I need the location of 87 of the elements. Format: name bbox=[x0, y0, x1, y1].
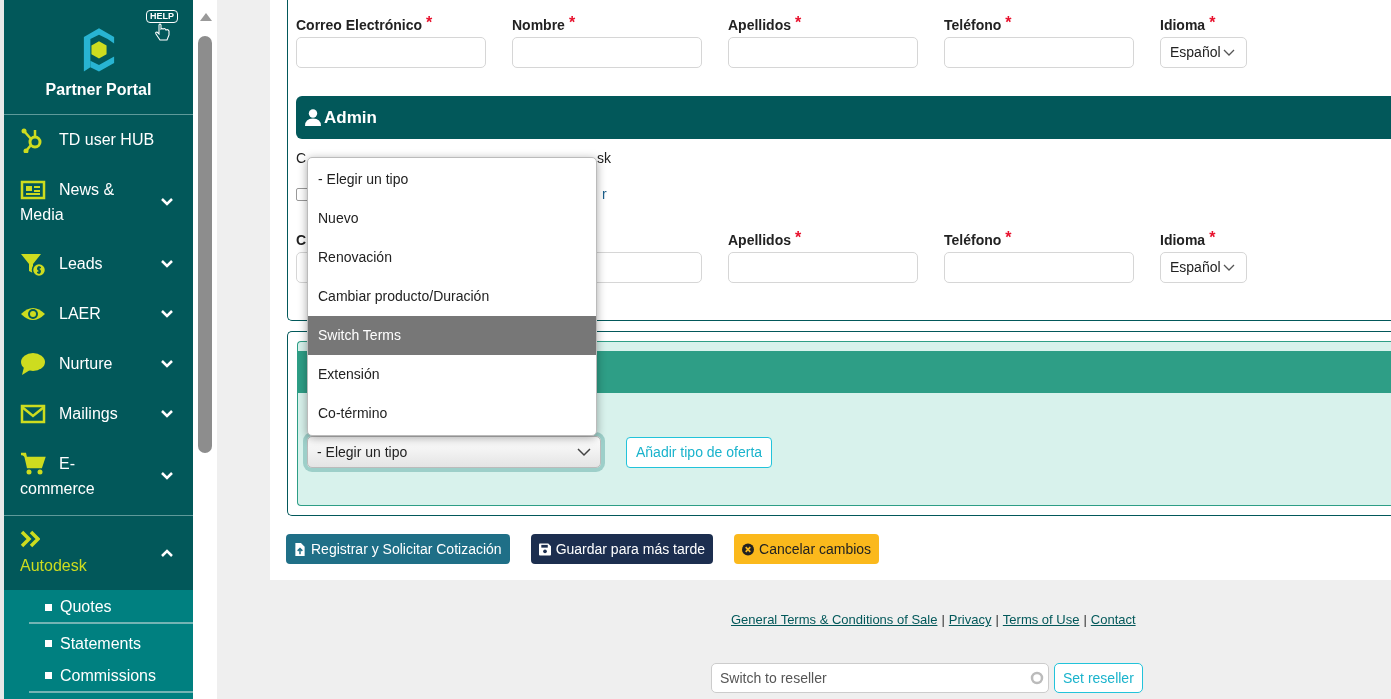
required-asterisk: * bbox=[1209, 17, 1216, 29]
field-label: Apellidos bbox=[728, 232, 791, 248]
sidebar-item-label: TD user HUB bbox=[59, 130, 155, 150]
close-circle-icon bbox=[742, 542, 755, 556]
scrollbar-thumb[interactable] bbox=[198, 36, 212, 453]
description-text: sk bbox=[597, 150, 611, 166]
link-separator: | bbox=[1083, 611, 1087, 629]
chevron-down-icon bbox=[1222, 48, 1235, 57]
dropdown-option[interactable]: Extensión bbox=[308, 355, 596, 394]
sidebar-item[interactable]: TD user HUB bbox=[4, 115, 193, 165]
required-asterisk: * bbox=[1209, 232, 1216, 244]
sidebar-item[interactable]: News & Media bbox=[4, 165, 193, 239]
reseller-search-field[interactable]: Switch to reseller bbox=[711, 663, 1049, 693]
checkbox-label[interactable]: r bbox=[602, 183, 607, 205]
required-asterisk: * bbox=[795, 232, 802, 244]
text-input[interactable] bbox=[512, 37, 702, 68]
footer-link[interactable]: Contact bbox=[1090, 610, 1136, 630]
required-asterisk: * bbox=[1005, 232, 1012, 244]
sidebar-item-label: Mailings bbox=[59, 404, 118, 424]
help-label: HELP bbox=[146, 10, 178, 23]
save-button[interactable]: Guardar para más tarde bbox=[530, 534, 714, 564]
text-input[interactable] bbox=[728, 252, 918, 283]
footer-link[interactable]: Privacy bbox=[948, 610, 992, 630]
dropdown-option[interactable]: Nuevo bbox=[308, 199, 596, 238]
field-label: Apellidos bbox=[728, 17, 791, 33]
field-label: Correo Electrónico bbox=[296, 17, 423, 33]
sidebar-item-label: Autodesk bbox=[20, 556, 87, 576]
required-asterisk: * bbox=[568, 17, 576, 29]
field-label: Teléfono bbox=[944, 17, 1002, 33]
sidebar-item[interactable]: Mailings bbox=[4, 389, 193, 439]
field-label: Idioma bbox=[1160, 232, 1206, 248]
field-label: Nombre bbox=[512, 17, 565, 33]
footer-link[interactable]: General Terms & Conditions of Sale bbox=[731, 610, 938, 630]
brand-name: Partner Portal bbox=[45, 80, 152, 100]
language-select[interactable]: Español bbox=[1160, 37, 1247, 68]
field-label: C bbox=[296, 232, 307, 248]
register-button[interactable]: Registrar y Solicitar Cotización bbox=[286, 534, 510, 564]
required-asterisk: * bbox=[426, 17, 433, 29]
field-label: Idioma bbox=[1160, 17, 1206, 33]
description-text: C bbox=[296, 150, 308, 166]
submenu-item[interactable]: Commissions bbox=[60, 663, 156, 688]
scroll-up-arrow-icon[interactable] bbox=[199, 12, 213, 22]
file-upload-icon bbox=[294, 542, 306, 556]
user-icon bbox=[305, 109, 321, 126]
speech-bubble-icon bbox=[20, 351, 46, 377]
dropdown-option[interactable]: - Elegir un tipo bbox=[308, 160, 596, 199]
help-badge[interactable]: HELP bbox=[146, 10, 178, 41]
bullet-icon bbox=[45, 640, 52, 647]
text-input[interactable] bbox=[944, 252, 1134, 283]
required-asterisk: * bbox=[1005, 17, 1012, 29]
submenu-item[interactable]: Statements bbox=[60, 631, 141, 656]
sidebar-item[interactable]: E- commerce bbox=[4, 439, 193, 513]
funnel-coin-icon bbox=[20, 251, 46, 277]
text-input[interactable] bbox=[728, 37, 918, 68]
sidebar-item[interactable]: Leads bbox=[4, 239, 193, 289]
field-label: Teléfono bbox=[944, 232, 1002, 248]
text-input[interactable] bbox=[944, 37, 1134, 68]
language-select[interactable]: Español bbox=[1160, 252, 1247, 283]
text-input[interactable] bbox=[296, 37, 486, 68]
sidebar-item[interactable]: Nurture bbox=[4, 339, 193, 389]
dropdown-option[interactable]: Switch Terms bbox=[308, 316, 596, 355]
sidebar-item-label: commerce bbox=[20, 479, 95, 499]
double-chevron-icon bbox=[20, 528, 40, 550]
bullet-icon bbox=[45, 603, 52, 611]
sidebar-item[interactable]: LAER bbox=[4, 289, 193, 339]
cart-icon bbox=[20, 451, 46, 477]
sidebar-item-label: Media bbox=[20, 205, 64, 225]
sidebar-item-label: LAER bbox=[59, 304, 101, 324]
section-title: Admin bbox=[324, 106, 377, 129]
sidebar-item-label: E- bbox=[59, 454, 75, 474]
required-asterisk: * bbox=[795, 17, 802, 29]
pointing-hand-icon bbox=[154, 23, 170, 41]
dropdown-option[interactable]: Co-término bbox=[308, 394, 596, 433]
chevron-down-icon bbox=[577, 447, 591, 457]
link-separator: | bbox=[941, 611, 945, 629]
sidebar-item-label: Leads bbox=[59, 254, 103, 274]
sidebar-item-label: News & bbox=[59, 180, 115, 200]
loading-spinner-icon bbox=[1030, 671, 1044, 685]
dropdown-option[interactable]: Cambiar producto/Duración bbox=[308, 277, 596, 316]
dropdown-option[interactable]: Renovación bbox=[308, 238, 596, 277]
footer-link[interactable]: Terms of Use bbox=[1002, 610, 1080, 630]
submenu-item[interactable]: Quotes bbox=[60, 595, 112, 619]
chevron-down-icon bbox=[1222, 263, 1235, 272]
sidebar-item-label: Nurture bbox=[59, 354, 113, 374]
link-separator: | bbox=[995, 611, 999, 629]
bullet-icon bbox=[45, 672, 52, 679]
cancel-button[interactable]: Cancelar cambios bbox=[734, 534, 880, 564]
